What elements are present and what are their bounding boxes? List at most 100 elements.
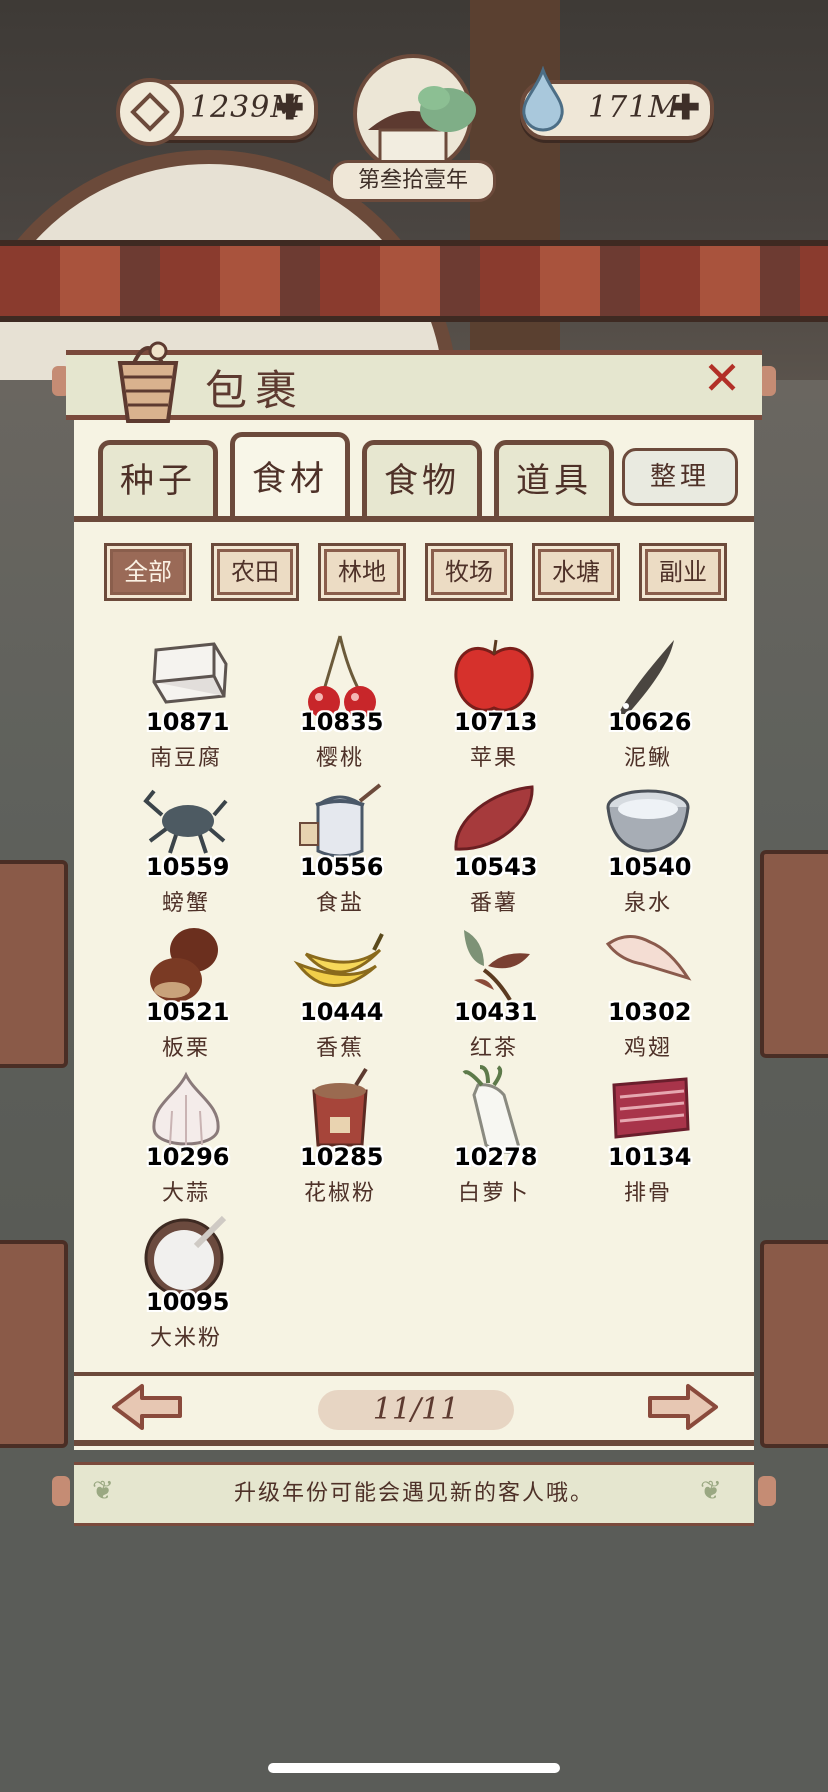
- item-slot[interactable]: 10556 食盐: [270, 775, 410, 916]
- item-name: 白萝卜: [457, 1181, 530, 1206]
- tab-seeds[interactable]: 种子: [98, 440, 218, 517]
- crab-icon: [143, 789, 228, 854]
- item-slot[interactable]: 10278 白萝卜: [424, 1065, 564, 1206]
- prev-page-arrow-icon[interactable]: [110, 1382, 184, 1432]
- side-panel-left: [0, 860, 68, 1068]
- garlic-icon: [152, 1071, 220, 1146]
- side-panel-right: [760, 850, 828, 1058]
- item-quantity: 10521: [146, 998, 230, 1026]
- item-slot[interactable]: 10871 南豆腐: [116, 630, 256, 771]
- item-slot[interactable]: 10835 樱桃: [270, 630, 410, 771]
- item-name: 板栗: [161, 1036, 210, 1061]
- tab-ingredients[interactable]: 食材: [230, 432, 350, 521]
- item-slot[interactable]: 10095 大米粉: [116, 1210, 256, 1351]
- item-quantity: 10296: [146, 1143, 230, 1171]
- banana-icon: [293, 933, 384, 987]
- tidy-button[interactable]: 整理: [622, 448, 738, 506]
- item-name: 鸡翅: [623, 1036, 672, 1061]
- side-panel-right: [760, 1240, 828, 1448]
- item-name: 食盐: [315, 891, 364, 916]
- filter-pond[interactable]: 水塘: [532, 543, 620, 601]
- item-name: 樱桃: [315, 746, 364, 771]
- ribs-icon: [612, 1077, 690, 1139]
- year-label: 第叁拾壹年: [330, 160, 496, 202]
- filter-all[interactable]: 全部: [104, 543, 192, 601]
- item-name: 泉水: [623, 891, 672, 916]
- item-name: 大米粉: [149, 1326, 222, 1351]
- scroll-end-left: [52, 1476, 70, 1506]
- sweet-potato-icon: [454, 785, 534, 851]
- chicken-wing-icon: [605, 935, 692, 981]
- loach-icon: [618, 640, 674, 714]
- filter-sideline[interactable]: 副业: [639, 543, 727, 601]
- salt-jar-icon: [299, 783, 382, 858]
- item-slot[interactable]: 10302 鸡翅: [578, 920, 718, 1061]
- pepper-powder-icon: [312, 1067, 368, 1147]
- background-beam: [0, 240, 828, 322]
- ginkgo-leaf-icon: ❦: [92, 1476, 114, 1506]
- panel-bottom-border: [74, 1440, 754, 1446]
- item-slot[interactable]: 10626 泥鳅: [578, 630, 718, 771]
- add-water-button[interactable]: ✚: [672, 88, 701, 128]
- tab-food[interactable]: 食物: [362, 440, 482, 517]
- page-indicator: 11/11: [318, 1390, 514, 1430]
- item-name: 大蒜: [161, 1181, 210, 1206]
- item-quantity: 10626: [608, 708, 692, 736]
- home-indicator[interactable]: [268, 1763, 560, 1773]
- coin-icon: [116, 78, 184, 146]
- item-name: 花椒粉: [303, 1181, 376, 1206]
- item-name: 苹果: [469, 746, 518, 771]
- tea-leaf-icon: [464, 930, 530, 1002]
- item-slot[interactable]: 10521 板栗: [116, 920, 256, 1061]
- filter-ranch[interactable]: 牧场: [425, 543, 513, 601]
- cherry-icon: [308, 635, 376, 718]
- item-slot[interactable]: 10444 香蕉: [270, 920, 410, 1061]
- item-quantity: 10134: [608, 1143, 692, 1171]
- tab-tools[interactable]: 道具: [494, 440, 614, 517]
- item-quantity: 10871: [146, 708, 230, 736]
- item-quantity: 10556: [300, 853, 384, 881]
- add-coins-button[interactable]: ✚: [276, 88, 305, 128]
- item-name: 螃蟹: [161, 891, 210, 916]
- item-quantity: 10835: [300, 708, 384, 736]
- ginkgo-leaf-icon: ❦: [700, 1476, 722, 1506]
- item-name: 番薯: [469, 891, 518, 916]
- filter-farmland[interactable]: 农田: [211, 543, 299, 601]
- item-quantity: 10543: [454, 853, 538, 881]
- water-value: 171M: [588, 90, 680, 125]
- item-slot[interactable]: 10543 番薯: [424, 775, 564, 916]
- item-name: 南豆腐: [149, 746, 222, 771]
- item-quantity: 10431: [454, 998, 538, 1026]
- tab-divider: [74, 516, 754, 522]
- item-quantity: 10559: [146, 853, 230, 881]
- item-quantity: 10285: [300, 1143, 384, 1171]
- item-slot[interactable]: 10713 苹果: [424, 630, 564, 771]
- item-name: 排骨: [623, 1181, 672, 1206]
- chestnut-icon: [150, 928, 218, 1002]
- tofu-icon: [152, 642, 228, 704]
- item-slot[interactable]: 10559 螃蟹: [116, 775, 256, 916]
- scroll-end-right: [758, 1476, 776, 1506]
- item-slot[interactable]: 10540 泉水: [578, 775, 718, 916]
- water-drop-icon: [522, 66, 564, 132]
- item-slot[interactable]: 10285 花椒粉: [270, 1065, 410, 1206]
- water-counter: 171M ✚: [520, 66, 714, 140]
- item-name: 红茶: [469, 1036, 518, 1061]
- item-slot[interactable]: 10431 红茶: [424, 920, 564, 1061]
- item-slot[interactable]: 10296 大蒜: [116, 1065, 256, 1206]
- close-icon[interactable]: ✕: [700, 355, 744, 401]
- next-page-arrow-icon[interactable]: [646, 1382, 720, 1432]
- category-tabs: 种子 食材 食物 道具 整理: [74, 432, 754, 521]
- item-slot[interactable]: 10134 排骨: [578, 1065, 718, 1206]
- tip-banner: 升级年份可能会遇见新的客人哦。: [74, 1462, 754, 1526]
- item-quantity: 10540: [608, 853, 692, 881]
- background-ground: [0, 1520, 828, 1792]
- item-quantity: 10302: [608, 998, 692, 1026]
- side-panel-left: [0, 1240, 68, 1448]
- pager-divider: [74, 1372, 754, 1376]
- item-quantity: 10278: [454, 1143, 538, 1171]
- item-quantity: 10444: [300, 998, 384, 1026]
- apple-icon: [454, 639, 534, 712]
- filter-woodland[interactable]: 林地: [318, 543, 406, 601]
- item-name: 香蕉: [315, 1036, 364, 1061]
